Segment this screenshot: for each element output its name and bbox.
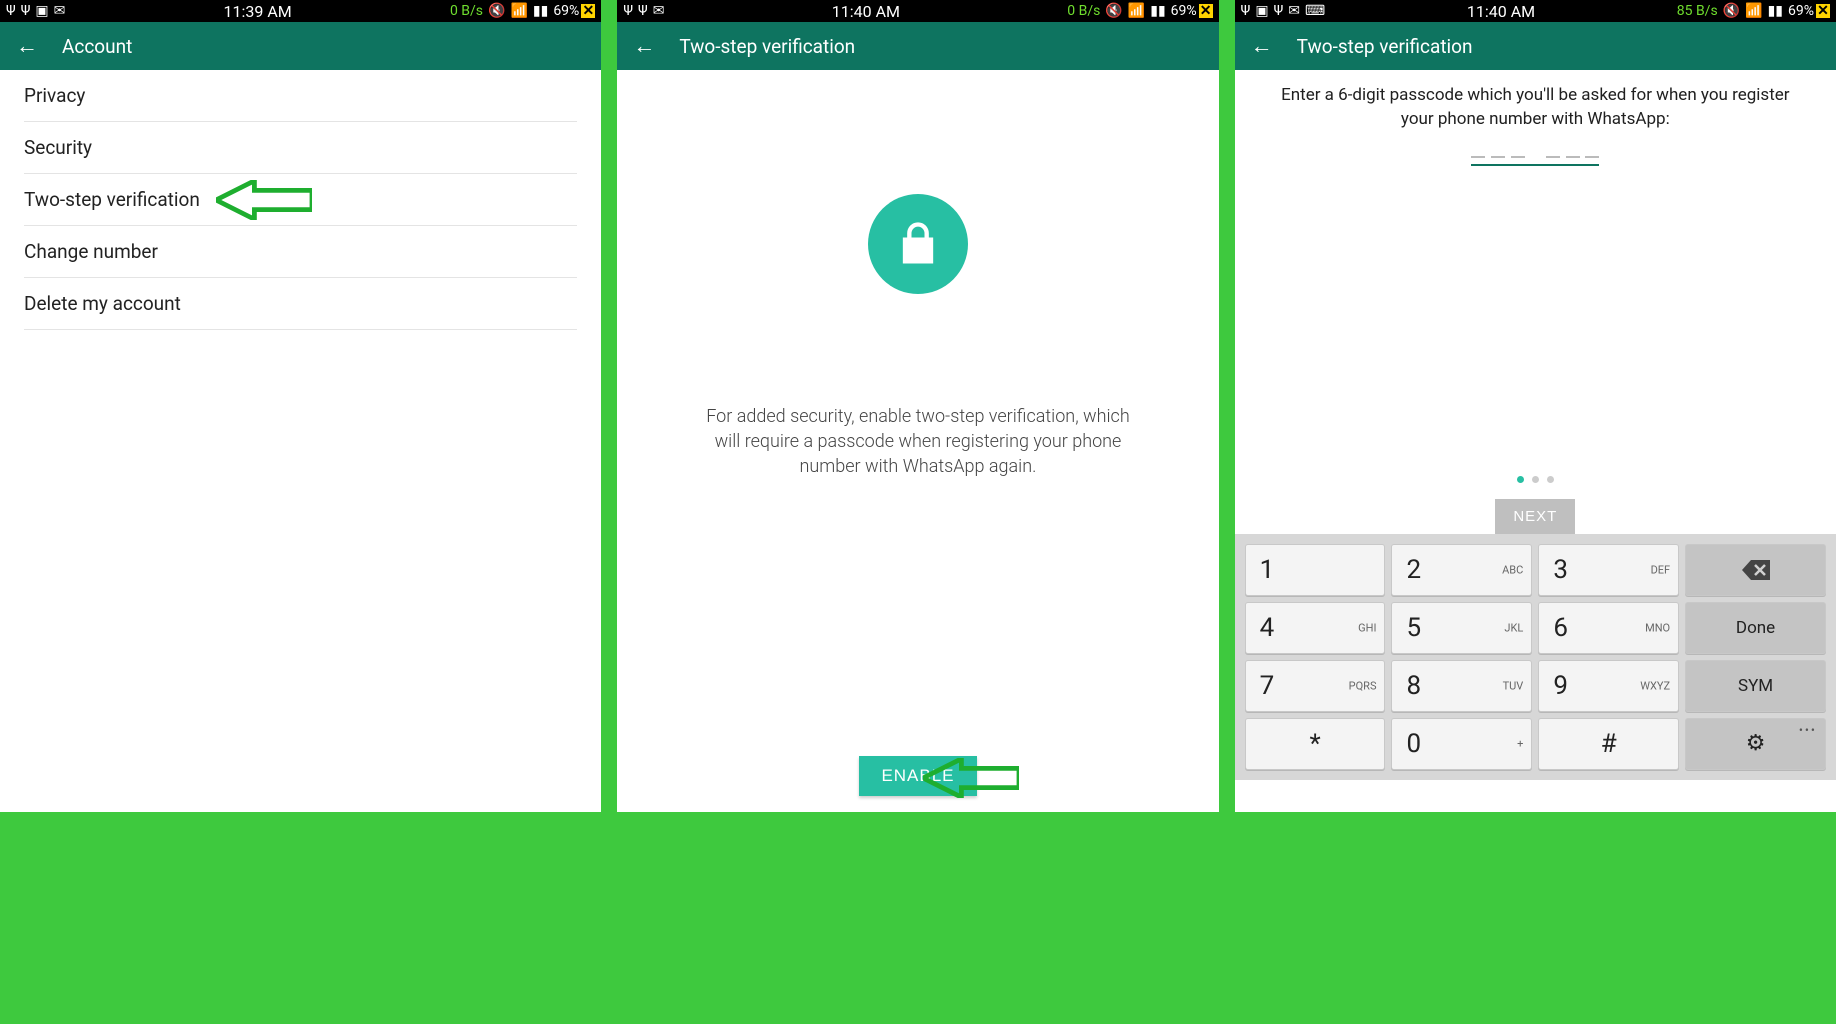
key-0[interactable]: 0+ bbox=[1391, 718, 1532, 770]
numeric-keypad: 12ABC3DEF 4GHI5JKL6MNODone 7PQRS8TUV9WXYZS… bbox=[1235, 534, 1836, 780]
signal-icon: ▮▮ bbox=[1150, 4, 1165, 18]
backspace-icon bbox=[1742, 560, 1770, 580]
key-*[interactable]: * bbox=[1245, 718, 1386, 770]
key-backspace[interactable] bbox=[1685, 544, 1826, 596]
battery-icon: ✕ bbox=[581, 4, 595, 18]
screen-title: Two-step verification bbox=[679, 35, 855, 58]
signal-icon: ▮▮ bbox=[533, 4, 548, 18]
battery-percent: 69% bbox=[1171, 4, 1197, 18]
key-sym[interactable]: SYM bbox=[1685, 660, 1826, 712]
key-2[interactable]: 2ABC bbox=[1391, 544, 1532, 596]
status-bar: Ψ Ψ ✉ 11:40 AM 0 B/s 🔇 📶 ▮▮ 69%✕ bbox=[617, 0, 1218, 22]
status-time: 11:40 AM bbox=[832, 2, 900, 21]
key-8[interactable]: 8TUV bbox=[1391, 660, 1532, 712]
app-bar: ← Two-step verification bbox=[617, 22, 1218, 70]
network-speed: 85 B/s bbox=[1677, 4, 1718, 18]
usb-icon: Ψ bbox=[21, 4, 31, 18]
screen-two-step-intro: Ψ Ψ ✉ 11:40 AM 0 B/s 🔇 📶 ▮▮ 69%✕ ← Two-s… bbox=[617, 0, 1218, 812]
mail-icon: ✉ bbox=[653, 4, 665, 18]
network-speed: 0 B/s bbox=[450, 4, 483, 18]
list-item-security[interactable]: Security bbox=[24, 122, 577, 174]
screen-enter-passcode: Ψ ▣ Ψ ✉ ⌨ 11:40 AM 85 B/s 🔇 📶 ▮▮ 69%✕ ← … bbox=[1235, 0, 1836, 812]
app-bar: ← Two-step verification bbox=[1235, 22, 1836, 70]
mute-icon: 🔇 bbox=[1723, 4, 1740, 18]
page-indicator bbox=[1235, 476, 1836, 483]
status-time: 11:40 AM bbox=[1467, 2, 1535, 21]
mail-icon: ✉ bbox=[1288, 4, 1300, 18]
annotation-arrow-icon bbox=[216, 180, 312, 220]
key-4[interactable]: 4GHI bbox=[1245, 602, 1386, 654]
list-item-privacy[interactable]: Privacy bbox=[24, 70, 577, 122]
picture-icon: ▣ bbox=[1255, 4, 1268, 18]
key-1[interactable]: 1 bbox=[1245, 544, 1386, 596]
key-5[interactable]: 5JKL bbox=[1391, 602, 1532, 654]
screen-title: Account bbox=[62, 35, 132, 58]
wifi-icon: 📶 bbox=[1745, 4, 1762, 18]
key-3[interactable]: 3DEF bbox=[1538, 544, 1679, 596]
network-speed: 0 B/s bbox=[1067, 4, 1100, 18]
key-settings[interactable]: •••⚙ bbox=[1685, 718, 1826, 770]
mute-icon: 🔇 bbox=[488, 4, 505, 18]
battery-percent: 69% bbox=[553, 4, 579, 18]
status-bar: Ψ Ψ ▣ ✉ 11:39 AM 0 B/s 🔇 📶 ▮▮ 69%✕ bbox=[0, 0, 601, 22]
usb-icon: Ψ bbox=[623, 4, 633, 18]
passcode-prompt: Enter a 6-digit passcode which you'll be… bbox=[1235, 70, 1836, 132]
keyboard-icon: ⌨ bbox=[1305, 4, 1325, 18]
two-step-description: For added security, enable two-step veri… bbox=[703, 404, 1133, 480]
picture-icon: ▣ bbox=[35, 4, 48, 18]
back-arrow-icon[interactable]: ← bbox=[1251, 33, 1273, 59]
screen-title: Two-step verification bbox=[1297, 35, 1473, 58]
signal-icon: ▮▮ bbox=[1768, 4, 1783, 18]
screen-account: Ψ Ψ ▣ ✉ 11:39 AM 0 B/s 🔇 📶 ▮▮ 69%✕ ← Acc… bbox=[0, 0, 601, 812]
lock-badge bbox=[868, 194, 968, 294]
usb-icon: Ψ bbox=[6, 4, 16, 18]
usb-icon: Ψ bbox=[638, 4, 648, 18]
battery-icon: ✕ bbox=[1199, 4, 1213, 18]
back-arrow-icon[interactable]: ← bbox=[633, 33, 655, 59]
mail-icon: ✉ bbox=[54, 4, 66, 18]
passcode-input[interactable] bbox=[1471, 156, 1599, 166]
status-time: 11:39 AM bbox=[224, 2, 292, 21]
next-button[interactable]: NEXT bbox=[1495, 499, 1575, 534]
battery-percent: 69% bbox=[1788, 4, 1814, 18]
status-bar: Ψ ▣ Ψ ✉ ⌨ 11:40 AM 85 B/s 🔇 📶 ▮▮ 69%✕ bbox=[1235, 0, 1836, 22]
key-7[interactable]: 7PQRS bbox=[1245, 660, 1386, 712]
back-arrow-icon[interactable]: ← bbox=[16, 33, 38, 59]
key-6[interactable]: 6MNO bbox=[1538, 602, 1679, 654]
key-done[interactable]: Done bbox=[1685, 602, 1826, 654]
usb-icon: Ψ bbox=[1274, 4, 1284, 18]
list-item-delete-account[interactable]: Delete my account bbox=[24, 278, 577, 330]
key-#[interactable]: # bbox=[1538, 718, 1679, 770]
mute-icon: 🔇 bbox=[1105, 4, 1122, 18]
usb-icon: Ψ bbox=[1241, 4, 1251, 18]
wifi-icon: 📶 bbox=[1128, 4, 1145, 18]
key-9[interactable]: 9WXYZ bbox=[1538, 660, 1679, 712]
list-item-change-number[interactable]: Change number bbox=[24, 226, 577, 278]
app-bar: ← Account bbox=[0, 22, 601, 70]
lock-icon bbox=[892, 218, 944, 270]
battery-icon: ✕ bbox=[1816, 4, 1830, 18]
annotation-arrow-icon bbox=[923, 758, 1019, 798]
gear-icon: ⚙ bbox=[1746, 731, 1766, 756]
wifi-icon: 📶 bbox=[510, 4, 527, 18]
